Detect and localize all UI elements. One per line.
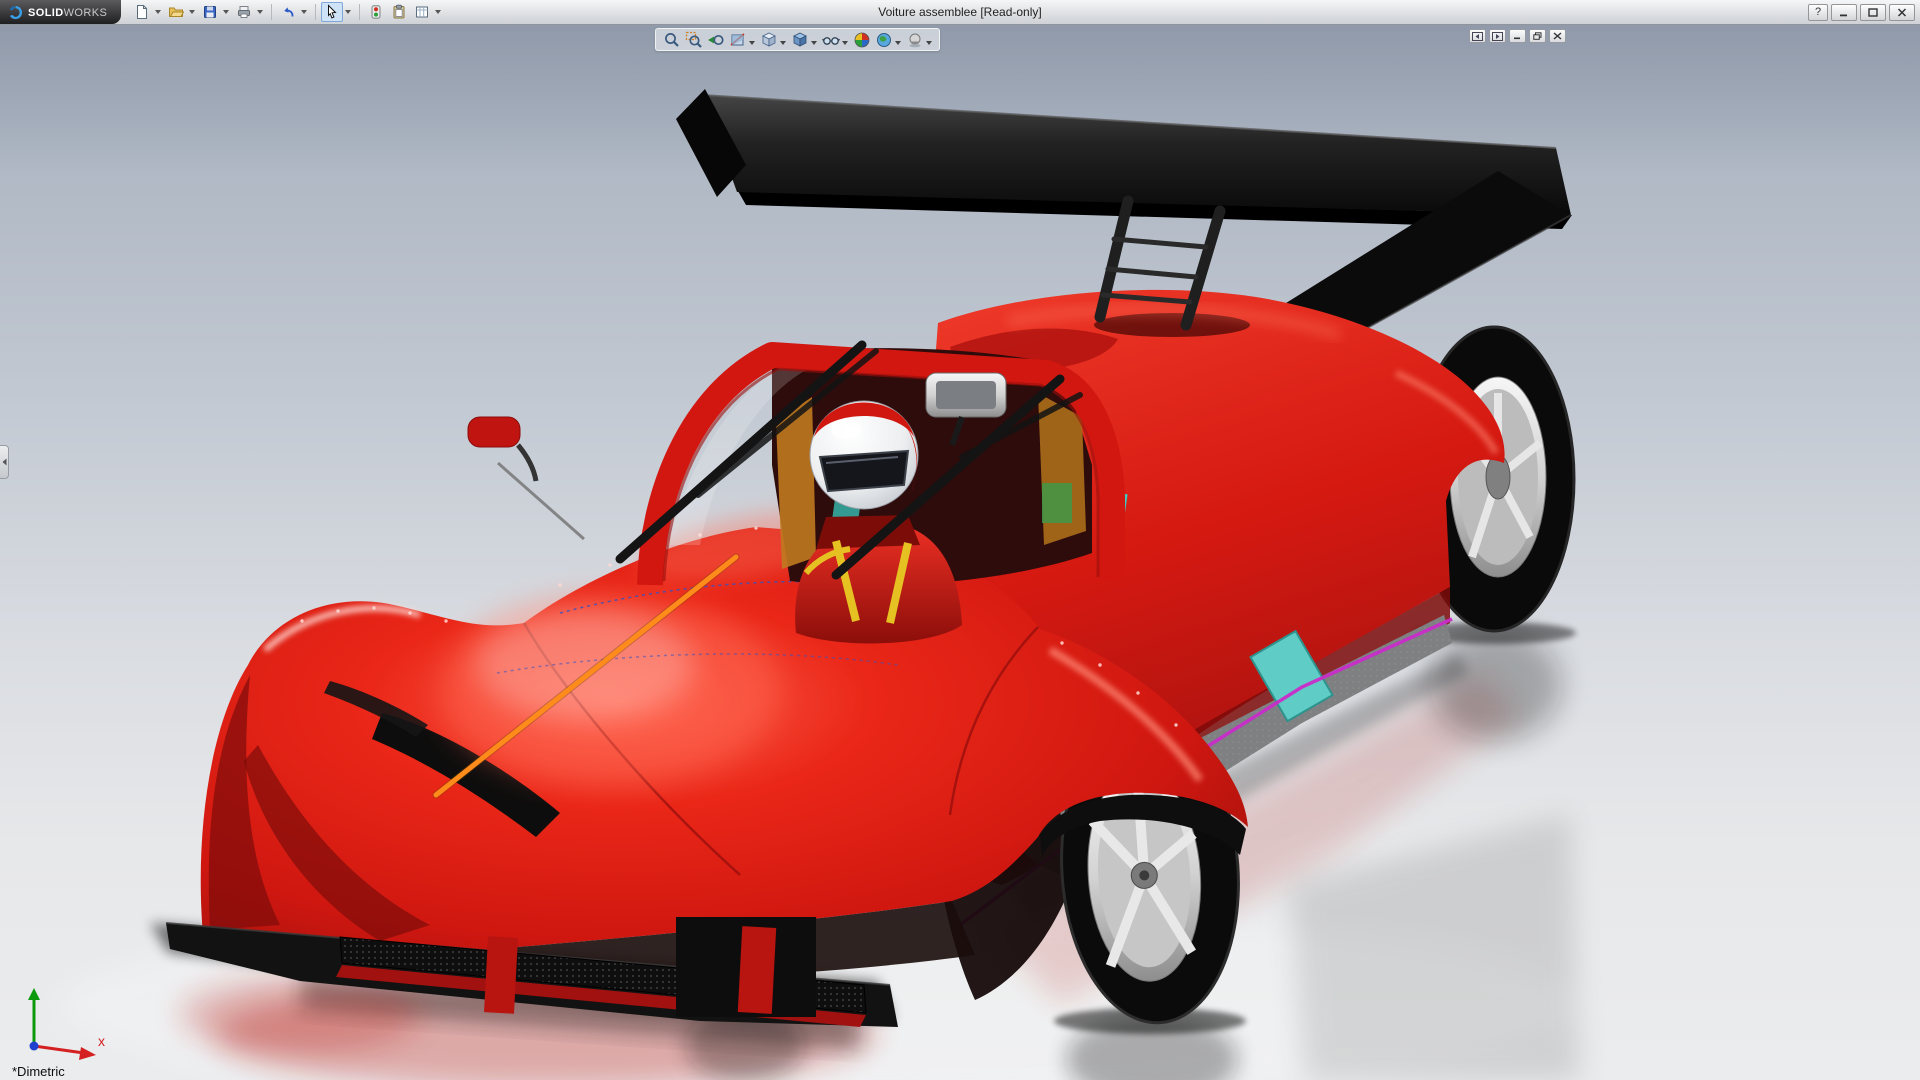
- previous-view-icon: [707, 31, 725, 49]
- dropdown-caret-icon[interactable]: [435, 10, 441, 14]
- headsup-toolbar: [655, 28, 940, 51]
- 3ds-logo-icon: [8, 5, 23, 20]
- titlebar: SOLIDWORKS: [0, 0, 1920, 25]
- rebuild-traffic-icon: [368, 4, 384, 20]
- new-document-icon: [134, 4, 150, 20]
- x-axis-label: x: [98, 1033, 105, 1049]
- close-icon: [1897, 8, 1907, 17]
- chevron-left-icon: [2, 458, 7, 466]
- toolbar-separator: [359, 4, 360, 20]
- minimize-icon: [1839, 8, 1849, 17]
- display-style-button[interactable]: [789, 30, 810, 49]
- dropdown-caret-icon[interactable]: [223, 10, 229, 14]
- logo-text-works: WORKS: [64, 7, 108, 19]
- x-axis: [34, 1046, 84, 1053]
- dropdown-caret-icon[interactable]: [257, 10, 263, 14]
- options-sheet-icon: [414, 4, 430, 20]
- minimize-button[interactable]: [1831, 4, 1857, 21]
- z-axis-dot: [30, 1042, 39, 1051]
- panel-right-arrow-icon: [1492, 32, 1503, 41]
- new-document-button[interactable]: [131, 2, 153, 22]
- close-button[interactable]: [1889, 4, 1915, 21]
- toolbar-separator: [315, 4, 316, 20]
- view-settings-icon: [906, 31, 924, 49]
- car-model-render[interactable]: [0, 25, 1920, 1080]
- zoom-area-button[interactable]: [683, 30, 704, 49]
- dropdown-caret-icon[interactable]: [345, 10, 351, 14]
- hide-show-items-button[interactable]: [820, 30, 841, 49]
- viewport-3d[interactable]: x *Dimetric: [0, 25, 1920, 1080]
- dropdown-caret-icon[interactable]: [749, 41, 755, 45]
- maximize-button[interactable]: [1860, 4, 1886, 21]
- view-settings-button[interactable]: [904, 30, 925, 49]
- document-window-controls: [1469, 29, 1566, 43]
- dropdown-caret-icon[interactable]: [189, 10, 195, 14]
- splitter-fence: [484, 936, 518, 1013]
- feature-manager-toggle-button[interactable]: [1469, 29, 1486, 43]
- window-controls: ?: [1808, 4, 1920, 21]
- save-button[interactable]: [199, 2, 221, 22]
- zoom-area-icon: [685, 31, 703, 49]
- view-orientation-cube-icon: [760, 31, 778, 49]
- logo-text-solid: SOLID: [28, 7, 64, 19]
- doc-restore-icon: [1533, 32, 1542, 40]
- panel-left-arrow-icon: [1472, 32, 1483, 41]
- display-style-cube-icon: [791, 31, 809, 49]
- clipboard-button[interactable]: [388, 2, 410, 22]
- dropdown-caret-icon[interactable]: [780, 41, 786, 45]
- appearance-ball-icon: [853, 31, 871, 49]
- rebuild-button[interactable]: [365, 2, 387, 22]
- scene-globe-icon: [875, 31, 893, 49]
- dropdown-caret-icon[interactable]: [926, 41, 932, 45]
- section-view-icon: [729, 31, 747, 49]
- green-detail: [1042, 483, 1072, 523]
- doc-close-icon: [1553, 32, 1562, 40]
- select-button[interactable]: [321, 2, 343, 22]
- solidworks-window: SOLIDWORKS: [0, 0, 1920, 1080]
- previous-view-button[interactable]: [705, 30, 726, 49]
- maximize-icon: [1868, 8, 1878, 17]
- feature-pane-tab[interactable]: [0, 445, 9, 479]
- print-icon: [236, 4, 252, 20]
- apply-scene-button[interactable]: [873, 30, 894, 49]
- view-orientation-button[interactable]: [758, 30, 779, 49]
- y-axis-arrowhead: [28, 988, 40, 1000]
- open-folder-icon: [168, 4, 184, 20]
- splitter-fence: [738, 926, 776, 1014]
- toolbar-separator: [271, 4, 272, 20]
- glasses-icon: [822, 31, 840, 49]
- task-pane-toggle-button[interactable]: [1489, 29, 1506, 43]
- zoom-fit-button[interactable]: [661, 30, 682, 49]
- edit-appearance-button[interactable]: [851, 30, 872, 49]
- orientation-triad[interactable]: x: [8, 980, 112, 1064]
- doc-minimize-icon: [1513, 32, 1522, 40]
- dropdown-caret-icon[interactable]: [895, 41, 901, 45]
- doc-restore-button[interactable]: [1529, 29, 1546, 43]
- doc-close-button[interactable]: [1549, 29, 1566, 43]
- main-toolbar: [131, 2, 444, 22]
- undo-arrow-icon: [280, 4, 296, 20]
- select-cursor-icon: [324, 4, 340, 20]
- solidworks-logo: SOLIDWORKS: [0, 0, 121, 24]
- window-title: Voiture assemblee [Read-only]: [878, 5, 1041, 19]
- dropdown-caret-icon[interactable]: [811, 41, 817, 45]
- options-button[interactable]: [411, 2, 433, 22]
- x-axis-arrowhead: [79, 1047, 96, 1060]
- clipboard-icon: [391, 4, 407, 20]
- dropdown-caret-icon[interactable]: [842, 41, 848, 45]
- print-button[interactable]: [233, 2, 255, 22]
- doc-minimize-button[interactable]: [1509, 29, 1526, 43]
- zoom-fit-icon: [663, 31, 681, 49]
- save-floppy-icon: [202, 4, 218, 20]
- dropdown-caret-icon[interactable]: [155, 10, 161, 14]
- help-button[interactable]: ?: [1808, 4, 1828, 21]
- view-orientation-label: *Dimetric: [12, 1064, 65, 1079]
- section-view-button[interactable]: [727, 30, 748, 49]
- open-button[interactable]: [165, 2, 187, 22]
- dropdown-caret-icon[interactable]: [301, 10, 307, 14]
- undo-button[interactable]: [277, 2, 299, 22]
